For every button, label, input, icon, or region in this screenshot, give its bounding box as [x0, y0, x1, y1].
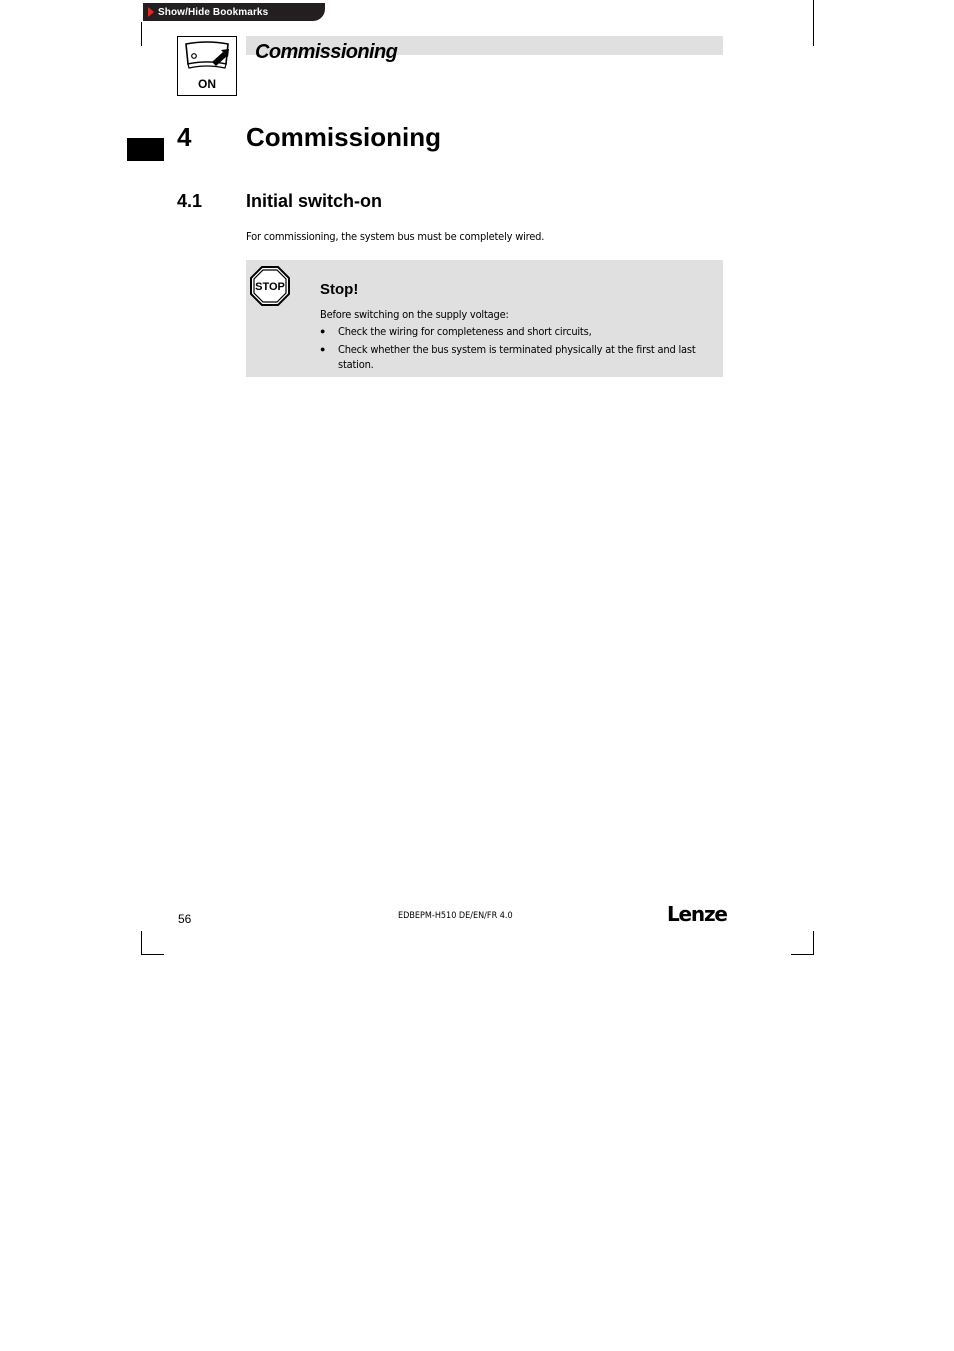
- crop-mark: [791, 954, 814, 955]
- power-switch-icon-box: ON: [177, 36, 237, 96]
- stop-title: Stop!: [320, 281, 359, 298]
- show-hide-bookmarks-button[interactable]: Show/Hide Bookmarks: [143, 3, 325, 21]
- crop-mark: [141, 954, 164, 955]
- section-title: Initial switch-on: [246, 191, 383, 211]
- crop-mark: [141, 22, 142, 46]
- document-code: EDBEPM-H510 DE/EN/FR 4.0: [398, 911, 513, 921]
- stop-sign-text: STOP: [255, 281, 285, 293]
- list-item-text: Check whether the bus system is terminat…: [338, 343, 696, 371]
- stop-intro: Before switching on the supply voltage:: [320, 308, 509, 321]
- list-item: ● Check the wiring for completeness and …: [320, 324, 705, 339]
- crop-mark: [813, 0, 814, 46]
- bullet-icon: ●: [320, 344, 326, 354]
- stop-sign-icon: STOP: [250, 266, 290, 306]
- page-number: 56: [178, 912, 192, 926]
- chapter-title: Commissioning: [246, 122, 442, 152]
- on-label: ON: [198, 77, 216, 91]
- chapter-tab: [127, 138, 164, 161]
- triangle-right-icon: [148, 7, 154, 17]
- stop-warning-panel: STOP Stop! Before switching on the suppl…: [246, 260, 723, 377]
- list-item: ● Check whether the bus system is termin…: [320, 342, 705, 372]
- chapter-number: 4: [177, 122, 192, 152]
- crop-mark: [813, 931, 814, 955]
- section-number: 4.1: [177, 191, 203, 211]
- bullet-icon: ●: [320, 326, 326, 336]
- lenze-logo: Lenze: [667, 902, 728, 926]
- list-item-text: Check the wiring for completeness and sh…: [338, 325, 592, 338]
- power-switch-icon: [185, 41, 229, 69]
- running-title: Commissioning: [255, 41, 398, 63]
- section-body: For commissioning, the system bus must b…: [246, 230, 545, 243]
- crop-mark: [141, 931, 142, 955]
- bookmarks-label: Show/Hide Bookmarks: [158, 6, 269, 18]
